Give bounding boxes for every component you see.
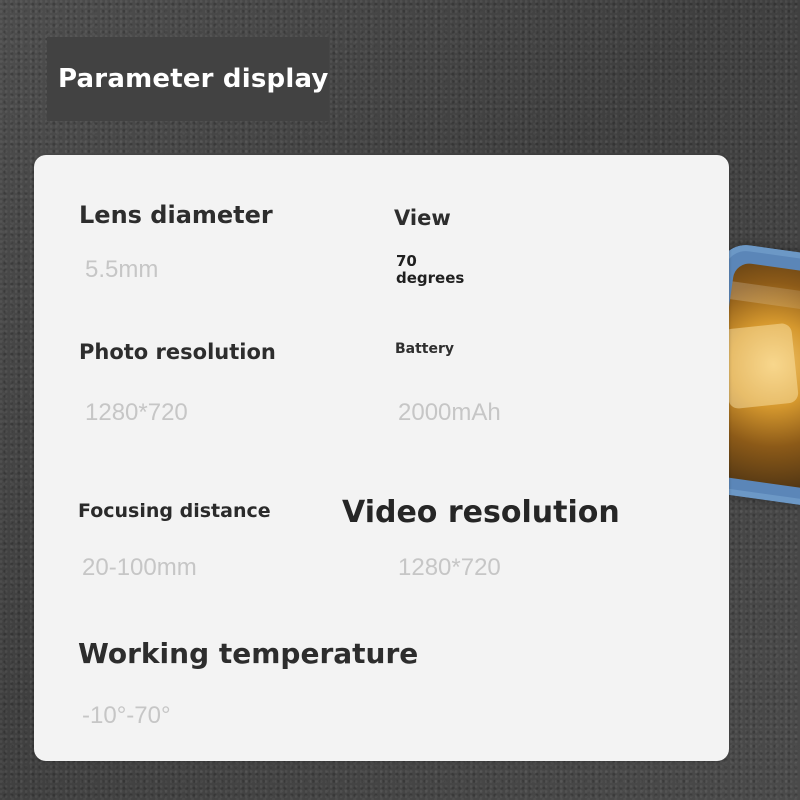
view-label: View [394,206,451,230]
parameter-card: Lens diameter 5.5mm View 70 degrees Phot… [34,155,729,761]
page-title: Parameter display [58,64,329,94]
working-temperature-label: Working temperature [78,637,419,670]
working-temperature-value: -10°-70° [82,702,171,729]
focusing-distance-label: Focusing distance [78,500,271,522]
battery-value: 2000mAh [398,399,501,426]
photo-resolution-value: 1280*720 [85,399,188,426]
video-resolution-value: 1280*720 [398,554,501,581]
video-resolution-label: Video resolution [342,495,620,530]
battery-label: Battery [395,341,455,357]
photo-resolution-label: Photo resolution [79,340,276,364]
focusing-distance-value: 20-100mm [82,554,197,581]
lens-diameter-label: Lens diameter [79,201,273,229]
view-value: 70 degrees [396,252,465,287]
lens-diameter-value: 5.5mm [85,256,159,283]
